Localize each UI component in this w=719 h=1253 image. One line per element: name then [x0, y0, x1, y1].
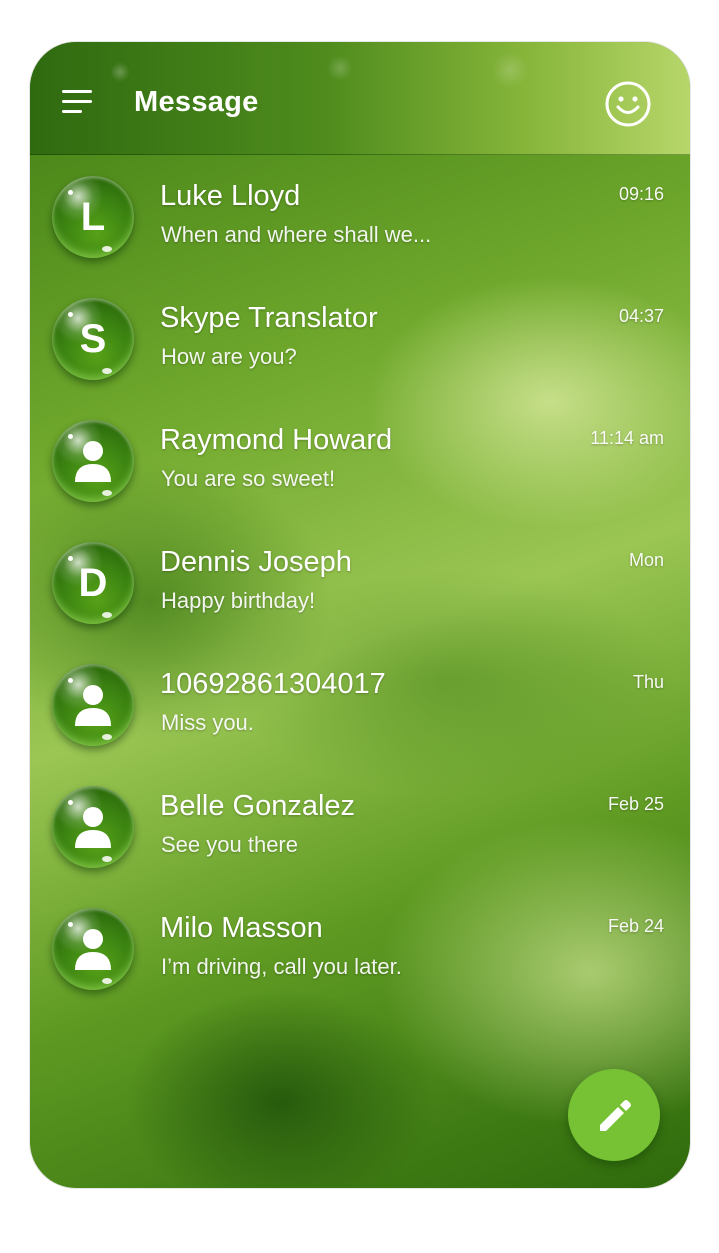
- avatar: [52, 908, 134, 990]
- menu-icon[interactable]: [62, 90, 96, 116]
- message-time: Mon: [628, 550, 664, 570]
- message-time: 04:37: [618, 306, 664, 326]
- avatar: L: [52, 176, 134, 258]
- person-icon: [75, 807, 111, 848]
- conversation-item[interactable]: Milo Masson I’m driving, call you later.…: [30, 886, 690, 1008]
- compose-button[interactable]: [568, 1069, 660, 1161]
- pencil-icon: [600, 1100, 631, 1131]
- person-icon: [75, 685, 111, 726]
- avatar: S: [52, 298, 134, 380]
- conversation-item[interactable]: S Skype Translator How are you? 04:37: [30, 276, 690, 398]
- contact-name: 10692861304017: [160, 668, 386, 700]
- message-time: Feb 25: [607, 794, 664, 814]
- message-preview: Miss you.: [161, 710, 254, 735]
- contact-name: Skype Translator: [160, 302, 378, 334]
- contact-name: Milo Masson: [160, 912, 323, 944]
- message-preview: How are you?: [161, 344, 297, 369]
- conversation-item[interactable]: L Luke Lloyd When and where shall we... …: [30, 154, 690, 276]
- contact-name: Luke Lloyd: [160, 180, 301, 212]
- avatar-letter: S: [79, 317, 107, 361]
- contact-name: Raymond Howard: [160, 424, 393, 456]
- message-time: Thu: [632, 672, 664, 692]
- contact-name: Dennis Joseph: [160, 546, 352, 578]
- message-time: 11:14 am: [590, 428, 664, 448]
- conversation-item[interactable]: Belle Gonzalez See you there Feb 25: [30, 764, 690, 886]
- message-time: 09:16: [618, 184, 664, 204]
- avatar: [52, 664, 134, 746]
- message-preview: Happy birthday!: [161, 588, 316, 613]
- smiley-face-icon[interactable]: [604, 80, 652, 128]
- contact-name: Belle Gonzalez: [160, 790, 356, 822]
- person-icon: [75, 441, 111, 482]
- avatar: [52, 420, 134, 502]
- app-header: Message: [30, 42, 690, 155]
- message-preview: I’m driving, call you later.: [161, 954, 402, 979]
- message-preview: You are so sweet!: [161, 466, 336, 491]
- conversation-item[interactable]: Raymond Howard You are so sweet! 11:14 a…: [30, 398, 690, 520]
- conversation-item[interactable]: D Dennis Joseph Happy birthday! Mon: [30, 520, 690, 642]
- avatar: [52, 786, 134, 868]
- conversation-item[interactable]: 10692861304017 Miss you. Thu: [30, 642, 690, 764]
- message-preview: When and where shall we...: [161, 222, 432, 247]
- avatar: D: [52, 542, 134, 624]
- person-icon: [75, 929, 111, 970]
- message-preview: See you there: [161, 832, 298, 857]
- avatar-letter: L: [80, 195, 106, 239]
- avatar-letter: D: [78, 561, 108, 605]
- phone-screen: Message L Luke Lloyd When and where shal…: [30, 42, 690, 1188]
- page-title: Message: [134, 86, 259, 118]
- message-time: Feb 24: [607, 916, 664, 936]
